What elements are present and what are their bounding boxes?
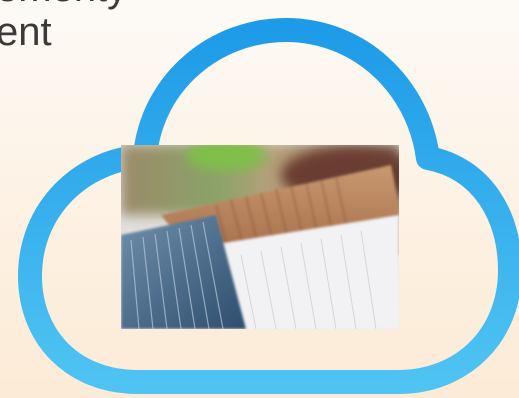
file-folders-photo xyxy=(121,145,399,329)
file-folders-image xyxy=(121,145,399,329)
